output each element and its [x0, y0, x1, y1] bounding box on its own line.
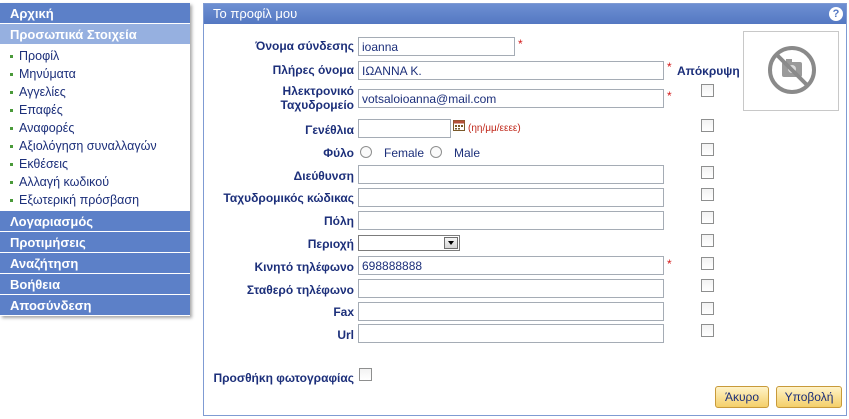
fullname-label: Πλήρες όνομα	[272, 63, 354, 77]
nav-logout[interactable]: Αποσύνδεση	[0, 295, 190, 316]
profile-panel: Το προφίλ μου ? Απόκρυψη Όνομα σύνδεσης …	[203, 3, 847, 416]
nav-search[interactable]: Αναζήτηση	[0, 253, 190, 274]
required-mark: *	[667, 60, 672, 74]
add-photo-checkbox[interactable]	[359, 368, 372, 381]
landline-input[interactable]	[358, 279, 664, 298]
bullet-icon	[10, 127, 13, 131]
bullet-icon	[10, 55, 13, 59]
bullet-icon	[10, 73, 13, 77]
url-input[interactable]	[358, 324, 664, 343]
gender-female-radio[interactable]	[360, 146, 372, 158]
fax-label: Fax	[333, 305, 354, 319]
hide-birthday-checkbox[interactable]	[701, 119, 714, 132]
required-mark: *	[667, 89, 672, 103]
panel-title: Το προφίλ μου	[213, 6, 298, 21]
bullet-icon	[10, 163, 13, 167]
calendar-icon[interactable]	[453, 119, 465, 131]
bullet-icon	[10, 145, 13, 149]
sub-item-contacts[interactable]: Επαφές	[0, 101, 190, 119]
email-label: Ηλεκτρονικό Ταχυδρομείο	[204, 84, 354, 112]
add-photo-label: Προσθήκη φωτογραφίας	[213, 371, 354, 385]
hide-fax-checkbox[interactable]	[701, 302, 714, 315]
hide-city-checkbox[interactable]	[701, 211, 714, 224]
chevron-down-icon[interactable]	[444, 237, 458, 249]
help-icon[interactable]: ?	[829, 7, 843, 21]
email-label-line1: Ηλεκτρονικό	[282, 84, 354, 98]
address-input[interactable]	[358, 165, 664, 184]
gender-label: Φύλο	[323, 146, 354, 160]
region-label: Περιοχή	[307, 237, 354, 251]
gender-female-label: Female	[384, 146, 425, 160]
nav-home[interactable]: Αρχική	[0, 3, 190, 24]
bullet-icon	[10, 109, 13, 113]
required-mark: *	[518, 37, 523, 51]
no-photo-icon	[768, 46, 816, 94]
nav-account[interactable]: Λογαριασμός	[0, 211, 190, 232]
nav-help[interactable]: Βοήθεια	[0, 274, 190, 295]
nav-personal-info[interactable]: Προσωπικά Στοιχεία	[0, 24, 190, 45]
sub-item-reports[interactable]: Αναφορές	[0, 119, 190, 137]
submit-button[interactable]: Υποβολή	[776, 386, 842, 408]
profile-photo	[743, 31, 839, 111]
birthday-input[interactable]	[358, 119, 451, 138]
gender-male-radio[interactable]	[430, 146, 442, 158]
email-label-line2: Ταχυδρομείο	[280, 98, 354, 112]
hide-column-header: Απόκρυψη	[677, 64, 740, 78]
sub-item-exhibitions[interactable]: Εκθέσεις	[0, 155, 190, 173]
hide-postal-code-checkbox[interactable]	[701, 188, 714, 201]
fax-input[interactable]	[358, 302, 664, 321]
sidebar: Αρχική Προσωπικά Στοιχεία Προφίλ Μηνύματ…	[0, 3, 190, 316]
date-format-hint: (ηη/μμ/εεεε)	[468, 123, 521, 134]
sub-item-ads[interactable]: Αγγελίες	[0, 83, 190, 101]
hide-address-checkbox[interactable]	[701, 166, 714, 179]
username-label: Όνομα σύνδεσης	[255, 39, 354, 53]
gender-male-label: Male	[454, 146, 481, 160]
panel-header: Το προφίλ μου ?	[204, 4, 846, 24]
username-input[interactable]	[358, 37, 515, 56]
city-label: Πόλη	[324, 214, 354, 228]
mobile-input[interactable]	[358, 256, 664, 275]
landline-label: Σταθερό τηλέφωνο	[246, 283, 354, 297]
sub-item-profile[interactable]: Προφίλ	[0, 47, 190, 65]
required-mark: *	[667, 257, 672, 271]
city-input[interactable]	[358, 211, 664, 230]
bullet-icon	[10, 199, 13, 203]
postal-code-label: Ταχυδρομικός κώδικας	[223, 191, 354, 205]
postal-code-input[interactable]	[358, 188, 664, 207]
birthday-label: Γενέθλια	[305, 123, 354, 137]
cancel-button[interactable]: Άκυρο	[715, 386, 769, 408]
hide-mobile-checkbox[interactable]	[701, 257, 714, 270]
bullet-icon	[10, 181, 13, 185]
sub-item-messages[interactable]: Μηνύματα	[0, 65, 190, 83]
url-label: Url	[337, 328, 354, 342]
address-label: Διεύθυνση	[293, 169, 354, 183]
hide-gender-checkbox[interactable]	[701, 143, 714, 156]
mobile-label: Κινητό τηλέφωνο	[254, 260, 354, 274]
bullet-icon	[10, 91, 13, 95]
sub-item-change-password[interactable]: Αλλαγή κωδικού	[0, 173, 190, 191]
nav-preferences[interactable]: Προτιμήσεις	[0, 232, 190, 253]
region-select[interactable]	[358, 235, 460, 251]
sub-item-external-access[interactable]: Εξωτερική πρόσβαση	[0, 191, 190, 209]
email-input[interactable]	[358, 89, 664, 108]
hide-region-checkbox[interactable]	[701, 234, 714, 247]
personal-submenu: Προφίλ Μηνύματα Αγγελίες Επαφές Αναφορές…	[0, 45, 190, 211]
fullname-input[interactable]	[358, 61, 664, 80]
hide-email-checkbox[interactable]	[701, 84, 714, 97]
sub-item-ratings[interactable]: Αξιολόγηση συναλλαγών	[0, 137, 190, 155]
hide-url-checkbox[interactable]	[701, 324, 714, 337]
hide-landline-checkbox[interactable]	[701, 279, 714, 292]
